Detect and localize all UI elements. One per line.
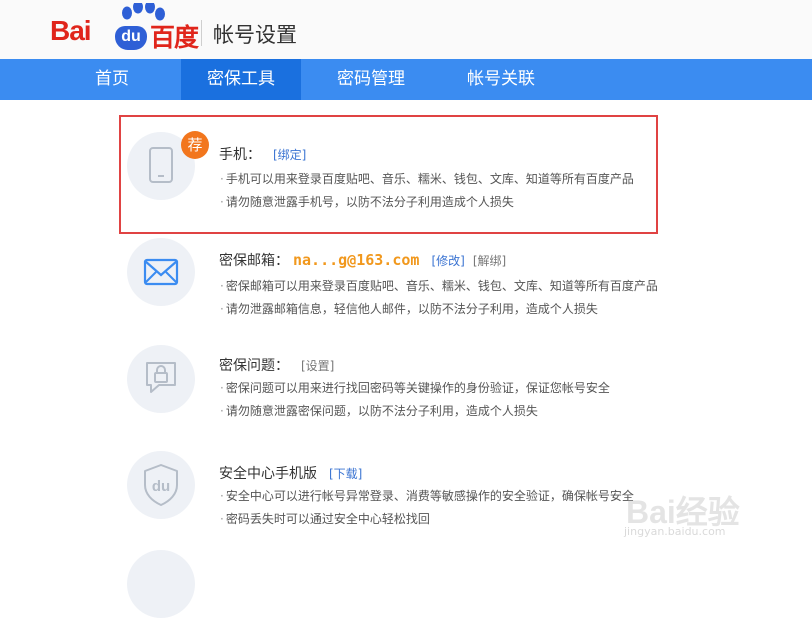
email-desc-2: 请勿泄露邮箱信息，轻信他人邮件，以防不法分子利用，造成个人损失: [220, 300, 598, 317]
watermark-url: jingyan.baidu.com: [624, 525, 726, 538]
header-divider: [201, 20, 202, 46]
email-value: na...g@163.com: [293, 251, 420, 269]
header: Bai du 百度 帐号设置: [0, 0, 812, 59]
unbind-email-link[interactable]: [解绑]: [473, 254, 506, 268]
question-title-row: 密保问题： [设置]: [219, 355, 334, 375]
logo-text-du: du: [115, 26, 147, 50]
security-app-title-row: 安全中心手机版 [下载]: [219, 463, 362, 483]
mail-icon-circle: [127, 238, 195, 306]
highlight-box: [119, 115, 658, 234]
email-desc-1: 密保邮箱可以用来登录百度贴吧、音乐、糯米、钱包、文库、知道等所有百度产品: [220, 277, 658, 294]
set-question-link[interactable]: [设置]: [301, 359, 334, 373]
tab-account-linking[interactable]: 帐号关联: [451, 59, 551, 100]
tab-security-tools[interactable]: 密保工具: [181, 59, 301, 100]
svg-text:du: du: [152, 478, 170, 495]
security-app-label: 安全中心手机版: [219, 466, 317, 482]
tab-password-management[interactable]: 密码管理: [321, 59, 421, 100]
download-link[interactable]: [下载]: [329, 467, 362, 481]
page-title: 帐号设置: [213, 23, 297, 47]
next-item-icon-circle: [127, 550, 195, 618]
main-nav: 首页 密保工具 密码管理 帐号关联: [0, 59, 812, 100]
security-app-desc-2: 密码丢失时可以通过安全中心轻松找回: [220, 510, 430, 527]
email-title-row: 密保邮箱： na...g@163.com [修改] [解绑]: [219, 250, 506, 270]
tab-home[interactable]: 首页: [72, 59, 152, 100]
email-label: 密保邮箱：: [219, 253, 289, 269]
logo-text-bai: Bai: [50, 15, 92, 46]
question-label: 密保问题：: [219, 358, 289, 374]
baidu-jingyan-watermark: Bai经验 jingyan.baidu.com: [620, 487, 800, 545]
shield-du-icon: du: [144, 464, 178, 506]
question-desc-2: 请勿随意泄露密保问题，以防不法分子利用，造成个人损失: [220, 402, 538, 419]
shield-icon-circle: du: [127, 451, 195, 519]
logo-text-cn: 百度: [150, 23, 199, 52]
question-icon-circle: [127, 345, 195, 413]
modify-email-link[interactable]: [修改]: [431, 254, 464, 268]
question-desc-1: 密保问题可以用来进行找回密码等关键操作的身份验证，保证您帐号安全: [220, 379, 610, 396]
lock-question-icon: [146, 362, 176, 393]
security-app-desc-1: 安全中心可以进行帐号异常登录、消费等敏感操作的安全验证，确保帐号安全: [220, 487, 634, 504]
mail-icon: [143, 258, 179, 286]
